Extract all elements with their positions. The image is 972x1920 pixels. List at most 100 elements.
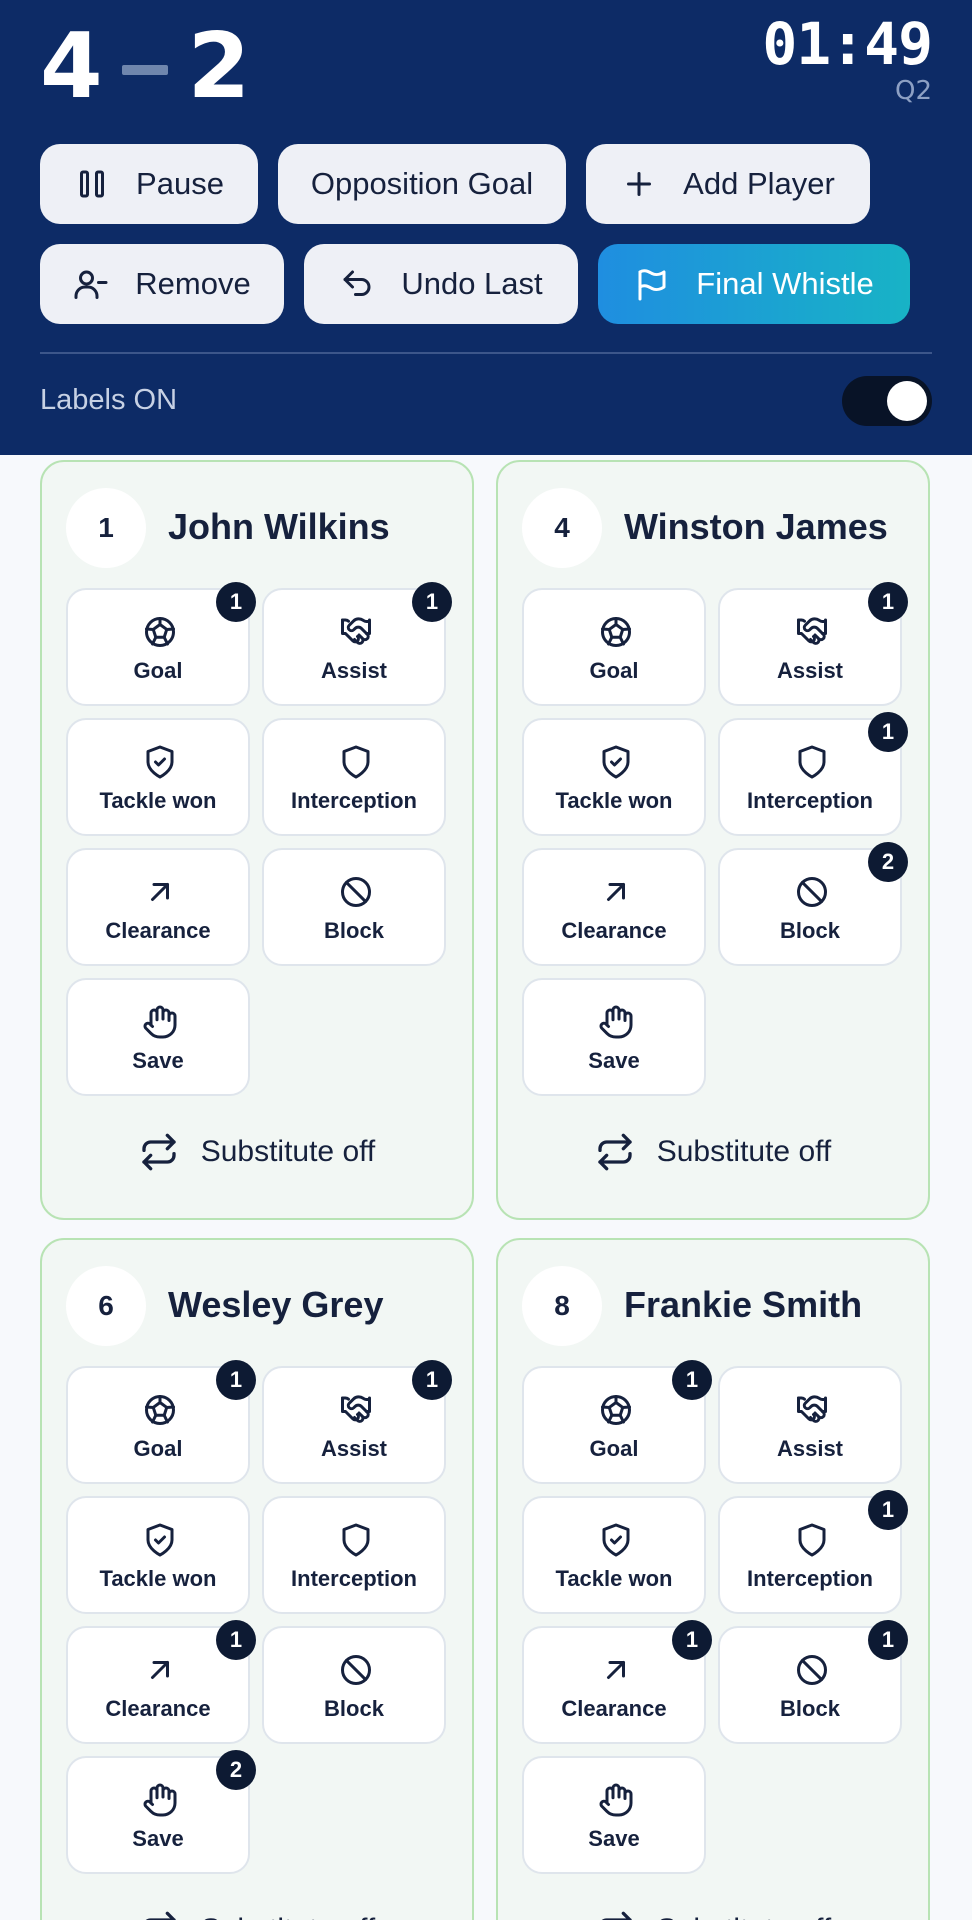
handshake-icon [797, 617, 827, 645]
player-name: Wesley Grey [168, 1284, 384, 1325]
stat-interception-button[interactable]: Interception [262, 1496, 446, 1614]
final-whistle-button[interactable]: Final Whistle [598, 244, 910, 324]
handshake-icon [341, 1395, 371, 1423]
stat-tackle-button[interactable]: Tackle won [522, 718, 706, 836]
arrow-up-right-icon [151, 883, 169, 901]
stat-interception-label: Interception [291, 788, 417, 813]
stat-count-badge: 1 [868, 1620, 908, 1660]
stat-block-button[interactable]: Block [262, 1626, 446, 1744]
arrow-up-right-icon [151, 1661, 169, 1679]
stat-goal-label: Goal [133, 1436, 183, 1461]
football-icon [145, 617, 175, 647]
player-card: 1 John Wilkins Goal 1 Assist 1 Tackle won Inter… [40, 460, 474, 1220]
opposition-goal-label: Opposition Goal [310, 166, 534, 201]
handshake-icon [341, 617, 371, 645]
stat-save-label: Save [588, 1048, 640, 1073]
stat-count-badge: 1 [216, 1620, 256, 1660]
add-player-label: Add Player [683, 166, 835, 201]
stat-assist-button[interactable]: Assist 1 [262, 582, 452, 706]
stat-clearance-button[interactable]: Clearance [522, 848, 706, 966]
player-number: 1 [66, 488, 146, 568]
pause-button[interactable]: Pause [40, 144, 258, 224]
stat-assist-button[interactable]: Assist [718, 1366, 902, 1484]
flag-icon [638, 269, 666, 301]
stat-block-button[interactable]: Block 1 [718, 1620, 908, 1744]
shield-icon [798, 1523, 826, 1557]
labels-toggle-label: Labels ON [40, 384, 178, 416]
stat-tackle-button[interactable]: Tackle won [66, 1496, 250, 1614]
stat-clearance-button[interactable]: Clearance 1 [522, 1620, 712, 1744]
shield-check-icon [602, 1523, 630, 1557]
shield-check-icon [146, 745, 174, 779]
stat-block-button[interactable]: Block [262, 848, 446, 966]
add-player-button[interactable]: Add Player [586, 144, 870, 224]
stat-goal-button[interactable]: Goal 1 [66, 582, 256, 706]
player-name: John Wilkins [168, 506, 390, 547]
stat-clearance-label: Clearance [105, 1696, 211, 1721]
undo-last-label: Undo Last [401, 266, 543, 301]
stat-tackle-button[interactable]: Tackle won [66, 718, 250, 836]
block-icon [797, 1655, 827, 1685]
stat-goal-button[interactable]: Goal 1 [522, 1360, 712, 1484]
stat-tackle-label: Tackle won [99, 788, 217, 813]
score-separator [121, 64, 168, 75]
arrow-up-right-icon [607, 883, 625, 901]
stat-clearance-button[interactable]: Clearance [66, 848, 250, 966]
stat-goal-button[interactable]: Goal [522, 588, 706, 706]
stat-save-button[interactable]: Save [522, 1756, 706, 1874]
football-icon [601, 617, 631, 647]
hand-icon [143, 1005, 177, 1039]
opposition-goal-button[interactable]: Opposition Goal [278, 144, 566, 224]
stat-count-badge: 2 [216, 1750, 256, 1790]
substitute-off-button[interactable]: Substitute off [42, 1900, 472, 1920]
undo-icon [343, 270, 371, 296]
stat-block-label: Block [780, 1696, 840, 1721]
plus-icon [627, 172, 652, 196]
stat-save-button[interactable]: Save [66, 978, 250, 1096]
stat-save-label: Save [588, 1826, 640, 1851]
stat-tackle-label: Tackle won [555, 1566, 673, 1591]
stat-tackle-label: Tackle won [99, 1566, 217, 1591]
away-score: 2 [187, 14, 252, 119]
stat-interception-label: Interception [747, 788, 873, 813]
stat-clearance-button[interactable]: Clearance 1 [66, 1620, 256, 1744]
stat-assist-button[interactable]: Assist 1 [718, 582, 908, 706]
stat-interception-button[interactable]: Interception 1 [718, 712, 908, 836]
stat-count-badge: 1 [868, 712, 908, 752]
stat-count-badge: 1 [672, 1620, 712, 1660]
arrow-up-right-icon [607, 1661, 625, 1679]
player-number: 4 [522, 488, 602, 568]
substitute-off-button[interactable]: Substitute off [42, 1122, 472, 1182]
substitute-off-button[interactable]: Substitute off [498, 1900, 928, 1920]
player-card: 4 Winston James Goal Assist 1 Tackle won Inter… [496, 460, 930, 1220]
stat-count-badge: 1 [868, 1490, 908, 1530]
hand-icon [599, 1005, 633, 1039]
remove-label: Remove [135, 266, 251, 301]
shield-icon [342, 1523, 370, 1557]
stat-save-button[interactable]: Save 2 [66, 1750, 256, 1874]
hand-icon [143, 1783, 177, 1817]
player-name: Winston James [624, 506, 888, 547]
labels-toggle[interactable] [842, 376, 932, 426]
stat-interception-label: Interception [291, 1566, 417, 1591]
swap-icon [598, 1133, 632, 1171]
stat-save-button[interactable]: Save [522, 978, 706, 1096]
stat-clearance-label: Clearance [561, 1696, 667, 1721]
player-card: 6 Wesley Grey Goal 1 Assist 1 Tackle won Interc… [40, 1238, 474, 1920]
stat-tackle-button[interactable]: Tackle won [522, 1496, 706, 1614]
substitute-off-button[interactable]: Substitute off [498, 1122, 928, 1182]
stat-count-badge: 1 [672, 1360, 712, 1400]
stat-interception-button[interactable]: Interception [262, 718, 446, 836]
stat-save-label: Save [132, 1826, 184, 1851]
remove-button[interactable]: Remove [40, 244, 284, 324]
undo-last-button[interactable]: Undo Last [304, 244, 578, 324]
stat-goal-button[interactable]: Goal 1 [66, 1360, 256, 1484]
match-header: 4 2 01:49 Q2 Pause Opposition Goal Add P… [0, 0, 972, 455]
stat-clearance-label: Clearance [561, 918, 667, 943]
shield-check-icon [146, 1523, 174, 1557]
match-period: Q2 [894, 76, 932, 106]
stat-block-button[interactable]: Block 2 [718, 842, 908, 966]
stat-assist-button[interactable]: Assist 1 [262, 1360, 452, 1484]
stat-interception-button[interactable]: Interception 1 [718, 1490, 908, 1614]
remove-user-icon [74, 270, 108, 299]
